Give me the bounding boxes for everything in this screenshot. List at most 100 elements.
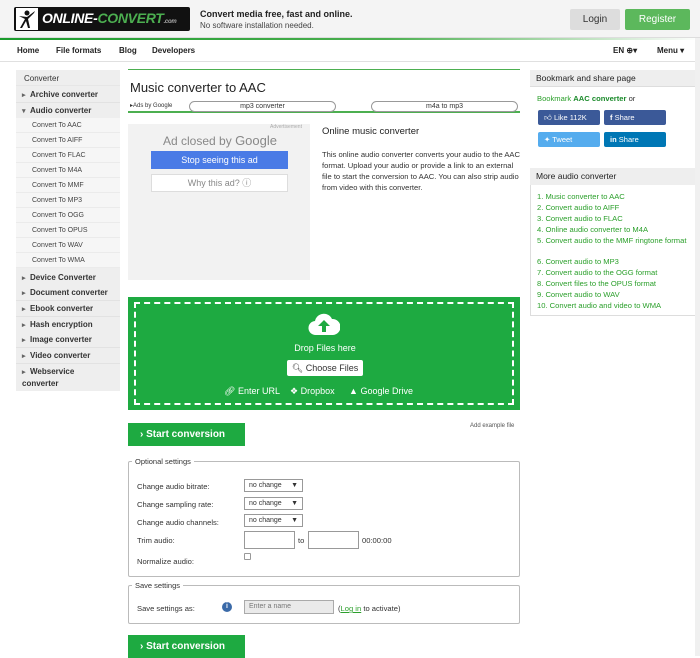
more-audio-header: More audio converter [530, 168, 696, 185]
more-link-9[interactable]: 9. Convert audio to WAV [537, 289, 620, 300]
bitrate-select[interactable]: no change ▼ [244, 479, 303, 492]
sidebar-sub-aac[interactable]: Convert To AAC [16, 118, 120, 133]
login-to-activate-text: (Log in to activate) [338, 604, 401, 613]
google-drive-button[interactable]: ▲ Google Drive [349, 386, 413, 396]
sidebar-item-webservice[interactable]: ▸ Webservice converter [16, 364, 106, 390]
caret-down-icon: ▼ [291, 517, 298, 524]
sidebar-sub-wav[interactable]: Convert To WAV [16, 238, 120, 253]
sidebar-item-archive[interactable]: ▸ Archive converter [16, 87, 120, 103]
caret-right-icon: ▸ [22, 290, 26, 297]
sidebar-item-ebook[interactable]: ▸ Ebook converter [16, 301, 120, 317]
more-link-4[interactable]: 4. Online audio converter to M4A [537, 224, 648, 235]
ads-by-google[interactable]: ▸Ads by Google [130, 102, 172, 109]
more-link-10[interactable]: 10. Convert audio and video to WMA [537, 300, 661, 311]
ad-label: Advertisement [270, 124, 302, 130]
sidebar-sub-opus[interactable]: Convert To OPUS [16, 223, 120, 238]
more-link-1[interactable]: 1. Music converter to AAC [537, 191, 625, 202]
dropbox-icon: ❖ [290, 386, 299, 396]
trim-audio-label: Trim audio: [137, 536, 175, 545]
subtagline: No software installation needed. [200, 21, 314, 30]
bookmark-text: Bookmark AAC converter or [537, 94, 636, 103]
more-link-8[interactable]: 8. Convert files to the OPUS format [537, 278, 656, 289]
more-link-5[interactable]: 5. Convert audio to the MMF ringtone for… [537, 235, 689, 246]
trim-start-input[interactable] [244, 531, 295, 549]
trim-end-input[interactable] [308, 531, 359, 549]
drop-files-text: Drop Files here [294, 343, 356, 353]
login-link[interactable]: Log in [341, 604, 362, 613]
caret-down-icon: ▼ [291, 500, 298, 507]
sidebar-sub-mp3[interactable]: Convert To MP3 [16, 193, 120, 208]
more-link-2[interactable]: 2. Convert audio to AIFF [537, 202, 619, 213]
register-button[interactable]: Register [625, 9, 690, 30]
sidebar-item-image[interactable]: ▸ Image converter [16, 332, 120, 348]
ad-link-m4a-to-mp3[interactable]: m4a to mp3 [371, 101, 518, 112]
facebook-share-button[interactable]: f Share [604, 110, 666, 125]
sidebar-sub-ogg[interactable]: Convert To OGG [16, 208, 120, 223]
bookmark-share-header: Bookmark and share page [530, 70, 696, 87]
sampling-rate-select[interactable]: no change ▼ [244, 497, 303, 510]
sidebar-item-video[interactable]: ▸ Video converter [16, 348, 120, 364]
trim-time-text: 00:00:00 [362, 536, 392, 545]
logo-figure-icon [16, 8, 38, 30]
login-button[interactable]: Login [570, 9, 620, 30]
sidebar-sub-wma[interactable]: Convert To WMA [16, 253, 120, 268]
sidebar-item-device[interactable]: ▸ Device Converter [16, 270, 120, 286]
language-select[interactable]: EN ⊕▾ [613, 46, 637, 55]
menu-label: Menu [657, 46, 678, 55]
title-divider [128, 69, 520, 70]
linkedin-share-button[interactable]: in Share [604, 132, 666, 147]
enter-url-button[interactable]: 🔗︎ Enter URL [224, 386, 280, 397]
stop-seeing-ad-button[interactable]: Stop seeing this ad [151, 151, 288, 169]
cloud-upload-icon [308, 311, 341, 337]
audio-channels-label: Change audio channels: [137, 518, 219, 527]
menu-button[interactable]: Menu ▾ [657, 46, 684, 55]
page-title: Music converter to AAC [130, 80, 266, 95]
save-settings-name-input[interactable]: Enter a name [244, 600, 334, 614]
more-link-3[interactable]: 3. Convert audio to FLAC [537, 213, 623, 224]
twitter-icon: ✦ [544, 135, 551, 144]
sidebar-sub-mmf[interactable]: Convert To MMF [16, 178, 120, 193]
save-settings-legend: Save settings [132, 581, 184, 590]
thumbs-up-icon: 👍︎ [544, 113, 552, 122]
nav-home[interactable]: Home [17, 46, 39, 55]
facebook-icon: f [610, 113, 613, 122]
more-link-6[interactable]: 6. Convert audio to MP3 [537, 256, 619, 267]
start-conversion-button-bottom[interactable]: › Start conversion [128, 635, 245, 658]
scrollbar[interactable] [695, 38, 700, 656]
sidebar-title: Converter [16, 72, 120, 86]
sidebar-item-document[interactable]: ▸ Document converter [16, 285, 120, 301]
globe-icon: ⊕▾ [626, 46, 638, 55]
caret-right-icon: ▸ [22, 92, 26, 99]
info-icon[interactable]: i [222, 602, 232, 612]
why-this-ad-button[interactable]: Why this ad? ⓘ [151, 174, 288, 192]
choose-files-button[interactable]: 🔍︎ Choose Files [287, 360, 363, 376]
facebook-like-button[interactable]: 👍︎ Like 112K [538, 110, 600, 125]
nav-file-formats[interactable]: File formats [56, 46, 101, 55]
sidebar-item-audio[interactable]: ▾ Audio converter [16, 103, 120, 119]
dropbox-button[interactable]: ❖ Dropbox [290, 386, 335, 397]
bookmark-link[interactable]: AAC converter [573, 94, 626, 103]
caret-right-icon: ▸ [22, 306, 26, 313]
chevron-down-icon: ▾ [680, 46, 685, 55]
start-conversion-button[interactable]: › Start conversion [128, 423, 245, 446]
tagline: Convert media free, fast and online. [200, 9, 353, 19]
sidebar-sub-aiff[interactable]: Convert To AIFF [16, 133, 120, 148]
description: This online audio converter converts you… [322, 150, 520, 192]
sampling-rate-label: Change sampling rate: [137, 500, 214, 509]
normalize-checkbox[interactable] [244, 553, 251, 560]
audio-channels-select[interactable]: no change ▼ [244, 514, 303, 527]
sidebar-sub-m4a[interactable]: Convert To M4A [16, 163, 120, 178]
sidebar-item-hash[interactable]: ▸ Hash encryption [16, 317, 120, 333]
tweet-button[interactable]: ✦ Tweet [538, 132, 600, 147]
nav-developers[interactable]: Developers [152, 46, 195, 55]
caret-down-icon: ▼ [291, 482, 298, 489]
caret-right-icon: ▸ [22, 353, 26, 360]
more-link-7[interactable]: 7. Convert audio to the OGG format [537, 267, 657, 278]
trim-to-label: to [298, 536, 305, 545]
site-logo[interactable]: ONLINE-CONVERT.com [14, 7, 190, 31]
search-icon: 🔍︎ [291, 363, 304, 373]
sidebar-sub-flac[interactable]: Convert To FLAC [16, 148, 120, 163]
ad-link-mp3-converter[interactable]: mp3 converter [189, 101, 336, 112]
nav-blog[interactable]: Blog [119, 46, 137, 55]
add-example-file-link[interactable]: Add example file [470, 423, 514, 429]
